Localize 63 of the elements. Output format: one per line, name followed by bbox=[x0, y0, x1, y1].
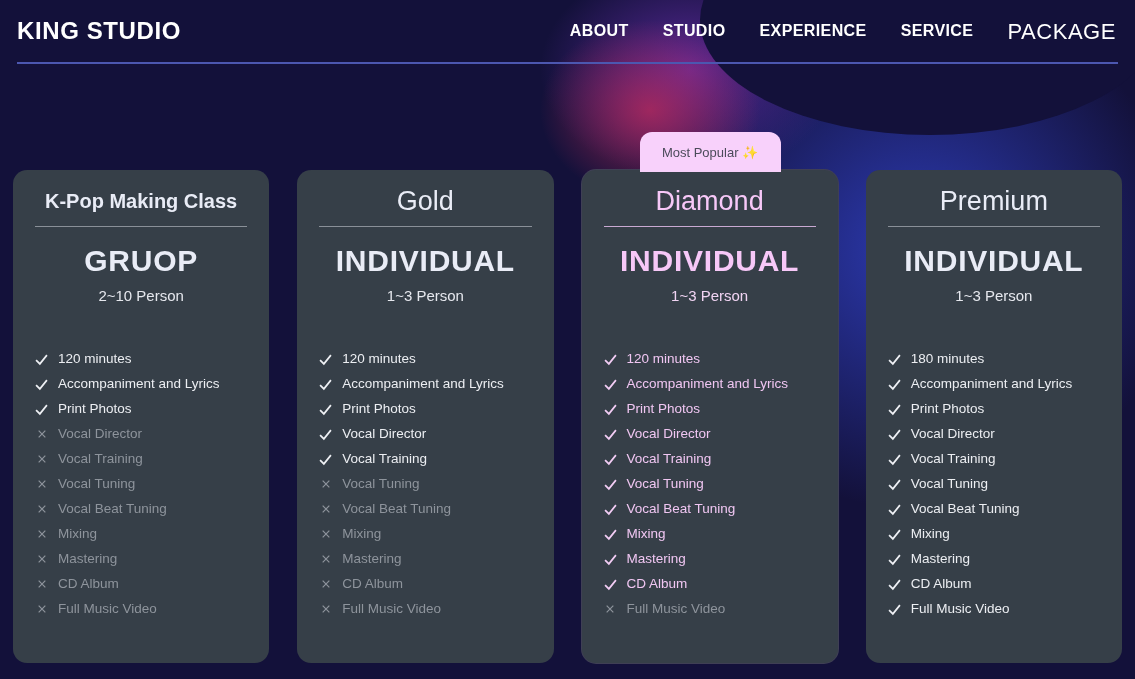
nav-link[interactable]: PACKAGE bbox=[1007, 14, 1116, 48]
feature-label: Vocal Director bbox=[58, 424, 143, 443]
plan-type: GRUOP bbox=[83, 243, 199, 279]
feature-label: Full Music Video bbox=[626, 599, 726, 618]
feature-label: Vocal Tuning bbox=[58, 474, 136, 493]
popular-badge: Most Popular ✨ bbox=[639, 132, 781, 172]
feature-label: Print Photos bbox=[910, 399, 985, 418]
feature-label: Accompaniment and Lyrics bbox=[58, 374, 220, 393]
feature-label: CD Album bbox=[58, 574, 119, 593]
plan-title: Premium bbox=[938, 186, 1049, 218]
person-count: 2~10 Person bbox=[97, 286, 185, 306]
feature-label: Print Photos bbox=[626, 399, 701, 418]
feature-label: CD Album bbox=[910, 574, 972, 593]
feature-label: Accompaniment and Lyrics bbox=[342, 374, 504, 393]
feature-label: 120 minutes bbox=[58, 349, 132, 368]
feature-label: Mixing bbox=[342, 524, 382, 543]
feature-label: CD Album bbox=[626, 574, 688, 593]
feature-label: Full Music Video bbox=[910, 599, 1010, 618]
feature-label: CD Album bbox=[342, 574, 404, 593]
person-count: 1~3 Person bbox=[954, 286, 1034, 306]
feature-label: Vocal Training bbox=[626, 449, 712, 468]
feature-label: Mastering bbox=[626, 549, 686, 568]
person-count: 1~3 Person bbox=[385, 286, 465, 306]
feature-label: Vocal Training bbox=[58, 449, 143, 468]
feature-label: Vocal Tuning bbox=[626, 474, 704, 493]
feature-label: Vocal Beat Tuning bbox=[342, 499, 452, 518]
feature-label: Vocal Director bbox=[342, 424, 427, 443]
feature-label: Vocal Tuning bbox=[910, 474, 989, 493]
feature-label: Mastering bbox=[342, 549, 402, 568]
feature-label: Accompaniment and Lyrics bbox=[626, 374, 789, 393]
feature-label: Vocal Beat Tuning bbox=[910, 499, 1020, 518]
nav-link[interactable]: SERVICE bbox=[900, 19, 974, 43]
feature-label: Mastering bbox=[910, 549, 971, 568]
nav-link[interactable]: ABOUT bbox=[569, 19, 629, 43]
feature-label: Full Music Video bbox=[342, 599, 442, 618]
plan-title: K-Pop Making Class bbox=[44, 189, 239, 214]
brand-logo[interactable]: KING STUDIO bbox=[17, 13, 181, 49]
feature-label: Vocal Director bbox=[910, 424, 995, 443]
plan-type: INDIVIDUAL bbox=[334, 243, 516, 279]
feature-label: Vocal Beat Tuning bbox=[58, 499, 167, 518]
feature-label: Vocal Training bbox=[910, 449, 996, 468]
feature-label: Vocal Beat Tuning bbox=[626, 499, 736, 518]
feature-label: Accompaniment and Lyrics bbox=[910, 374, 1073, 393]
plan-title: Gold bbox=[395, 186, 455, 218]
nav-link[interactable]: EXPERIENCE bbox=[759, 19, 867, 43]
plan-type: INDIVIDUAL bbox=[619, 243, 801, 279]
feature-label: Full Music Video bbox=[58, 599, 157, 618]
feature-label: Mixing bbox=[910, 524, 950, 543]
nav-link[interactable]: STUDIO bbox=[662, 19, 726, 43]
feature-label: Mixing bbox=[58, 524, 97, 543]
plan-title: Diamond bbox=[654, 186, 765, 218]
plan-type: INDIVIDUAL bbox=[903, 243, 1085, 279]
person-count: 1~3 Person bbox=[670, 286, 750, 306]
feature-label: Mixing bbox=[626, 524, 666, 543]
feature-label: 180 minutes bbox=[910, 349, 985, 368]
feature-label: 120 minutes bbox=[626, 349, 701, 368]
feature-label: Vocal Director bbox=[626, 424, 711, 443]
feature-label: Print Photos bbox=[58, 399, 132, 418]
feature-label: Mastering bbox=[58, 549, 118, 568]
feature-label: Vocal Training bbox=[342, 449, 428, 468]
feature-label: 120 minutes bbox=[342, 349, 416, 368]
feature-label: Print Photos bbox=[342, 399, 416, 418]
feature-label: Vocal Tuning bbox=[342, 474, 420, 493]
